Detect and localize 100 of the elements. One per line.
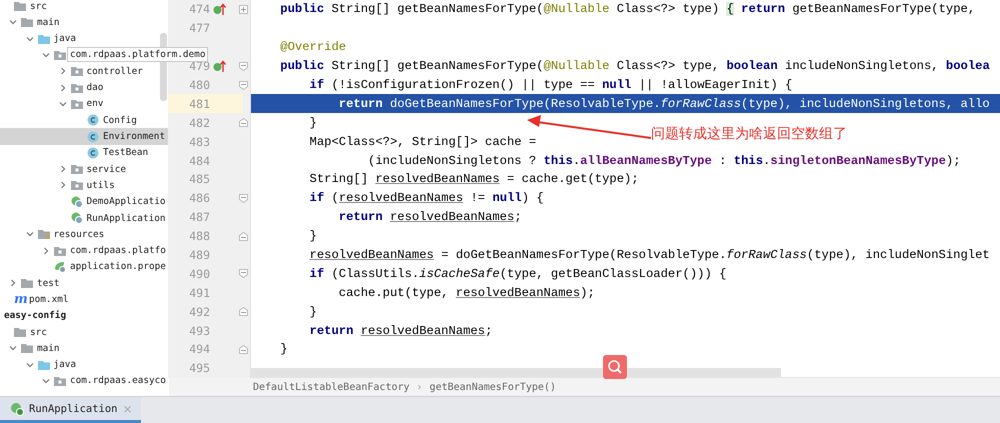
search-button[interactable] [603, 355, 627, 379]
callout-text: 问题转成这里为啥返回空数组了 [651, 125, 847, 143]
line-number: 477 [188, 21, 210, 36]
line-number: 474 [188, 2, 210, 16]
code-line: } [308, 229, 317, 244]
tree-item[interactable]: TestBean [103, 147, 148, 158]
package-icon [70, 98, 82, 110]
tree-item[interactable]: utils [86, 180, 115, 191]
code-line: if (ClassUtils.isCacheSafe(type, getBeanClassLoader())) { [308, 266, 726, 281]
line-number: 490 [188, 266, 210, 281]
fold-icon[interactable] [239, 62, 248, 71]
tree-item[interactable]: dao [86, 82, 104, 94]
line-number: 494 [188, 342, 210, 356]
tree-item[interactable]: pom.xml [29, 294, 69, 305]
code-line: if (!isConfigurationFrozen() || type == null || !allowEagerInit) { [308, 78, 792, 92]
fold-icon[interactable] [239, 269, 248, 278]
tree-item[interactable]: main [37, 342, 60, 354]
line-number: 489 [188, 248, 210, 262]
line-number: 493 [188, 324, 210, 338]
tree-item[interactable]: env [86, 98, 104, 110]
code-line: public String[] getBeanNamesForType(@Nullable Class<?> type, boolean includeNonSingletons, boolea [279, 59, 990, 74]
line-number: 492 [188, 304, 210, 319]
override-icon[interactable] [213, 2, 226, 16]
fold-icon[interactable] [239, 118, 248, 128]
tree-item[interactable]: resources [54, 228, 104, 240]
line-number: 487 [188, 210, 210, 224]
run-config-icon [70, 196, 82, 208]
breadcrumb-separator: › [418, 382, 422, 393]
run-tab[interactable]: RunApplication × [0, 397, 141, 423]
tree-item[interactable]: test [37, 278, 60, 289]
folder-icon [14, 326, 26, 338]
line-number: 491 [188, 286, 210, 300]
folder-icon [38, 32, 50, 45]
tree-item[interactable]: java [54, 33, 76, 44]
run-config-icon [10, 402, 24, 416]
line-number: 495 [188, 361, 210, 376]
folder-icon [21, 342, 33, 354]
tree-item[interactable]: controller [86, 66, 143, 77]
tree-item[interactable]: application.prope [70, 261, 166, 272]
tree-item[interactable]: RunApplication [86, 212, 166, 224]
package-icon [54, 49, 66, 62]
tree-item-tooltip[interactable]: com.rdpaas.platform.demo [67, 46, 208, 62]
class-icon [87, 146, 99, 159]
fold-icon[interactable] [239, 194, 248, 203]
fold-icon[interactable] [239, 344, 248, 354]
code-line: Map<Class<?>, String[]> cache = [308, 134, 536, 149]
package-icon [54, 374, 66, 387]
tree-item[interactable]: com.rdpaas.easyco [70, 375, 166, 386]
code-line: } [279, 342, 288, 356]
line-number: 481 [188, 96, 210, 111]
class-icon [87, 114, 99, 126]
class-icon [87, 130, 99, 143]
tree-item[interactable]: DemoApplicatio [86, 196, 166, 208]
line-number: 485 [188, 172, 210, 186]
package-icon [70, 82, 82, 94]
tree-item[interactable]: service [86, 164, 126, 175]
code-line: (includeNonSingletons ? this.allBeanNamesByType : this.singletonBeanNamesByType); [367, 154, 961, 168]
code-line: return doGetBeanNamesForType(ResolvableType.forRawClass(type), includeNonSingletons, allo [338, 96, 990, 111]
fold-icon[interactable] [239, 232, 248, 241]
override-icon[interactable] [213, 60, 226, 73]
breadcrumb[interactable]: DefaultListableBeanFactory [253, 382, 410, 393]
breadcrumb[interactable]: getBeanNamesForType() [430, 382, 556, 393]
fold-icon[interactable] [239, 307, 248, 316]
fold-plus-icon[interactable] [239, 4, 248, 14]
line-number: 483 [188, 134, 210, 149]
package-icon [54, 244, 66, 257]
line-number: 486 [188, 191, 210, 206]
folder-icon [38, 358, 50, 371]
maven-icon: m [14, 292, 26, 306]
code-line: if (resolvedBeanNames != null) { [308, 191, 544, 206]
tree-item[interactable]: java [54, 359, 76, 370]
line-number: 484 [188, 154, 210, 168]
tree-item[interactable]: Environment [103, 131, 166, 142]
code-line: public String[] getBeanNamesForType(@Nullable Class<?> type) { return getBeanNamesForType(type, [279, 2, 976, 16]
code-line: return resolvedBeanNames; [338, 210, 522, 224]
folder-icon [14, 0, 26, 12]
tree-item[interactable]: src [30, 0, 47, 12]
tab-label: RunApplication [29, 402, 118, 414]
tree-item[interactable]: src [30, 326, 47, 338]
tree-item[interactable]: main [37, 16, 60, 28]
tree-item[interactable]: Config [103, 114, 137, 126]
code-line: } [308, 304, 317, 319]
package-icon [70, 163, 82, 176]
package-icon [70, 179, 82, 192]
code-line: String[] resolvedBeanNames = cache.get(type); [308, 172, 639, 186]
folder-icon [21, 277, 33, 290]
tree-item[interactable]: com.rdpaas.platfo [70, 245, 166, 256]
folder-icon [38, 228, 50, 240]
code-line: resolvedBeanNames = doGetBeanNamesForType(ResolvableType.forRawClass(type), includeNonSinglet [308, 248, 990, 262]
code-line: @Override [279, 40, 346, 54]
line-number: 480 [188, 78, 210, 92]
tree-item[interactable]: easy-config [4, 310, 66, 322]
code-line: return resolvedBeanNames; [308, 324, 492, 338]
line-number: 488 [188, 229, 210, 244]
fold-icon[interactable] [239, 80, 248, 90]
run-config-icon [70, 212, 82, 224]
code-line: } [308, 116, 317, 130]
line-number: 482 [188, 116, 210, 130]
code-line: cache.put(type, resolvedBeanNames); [338, 286, 595, 300]
leaf-gear-icon [54, 260, 66, 273]
